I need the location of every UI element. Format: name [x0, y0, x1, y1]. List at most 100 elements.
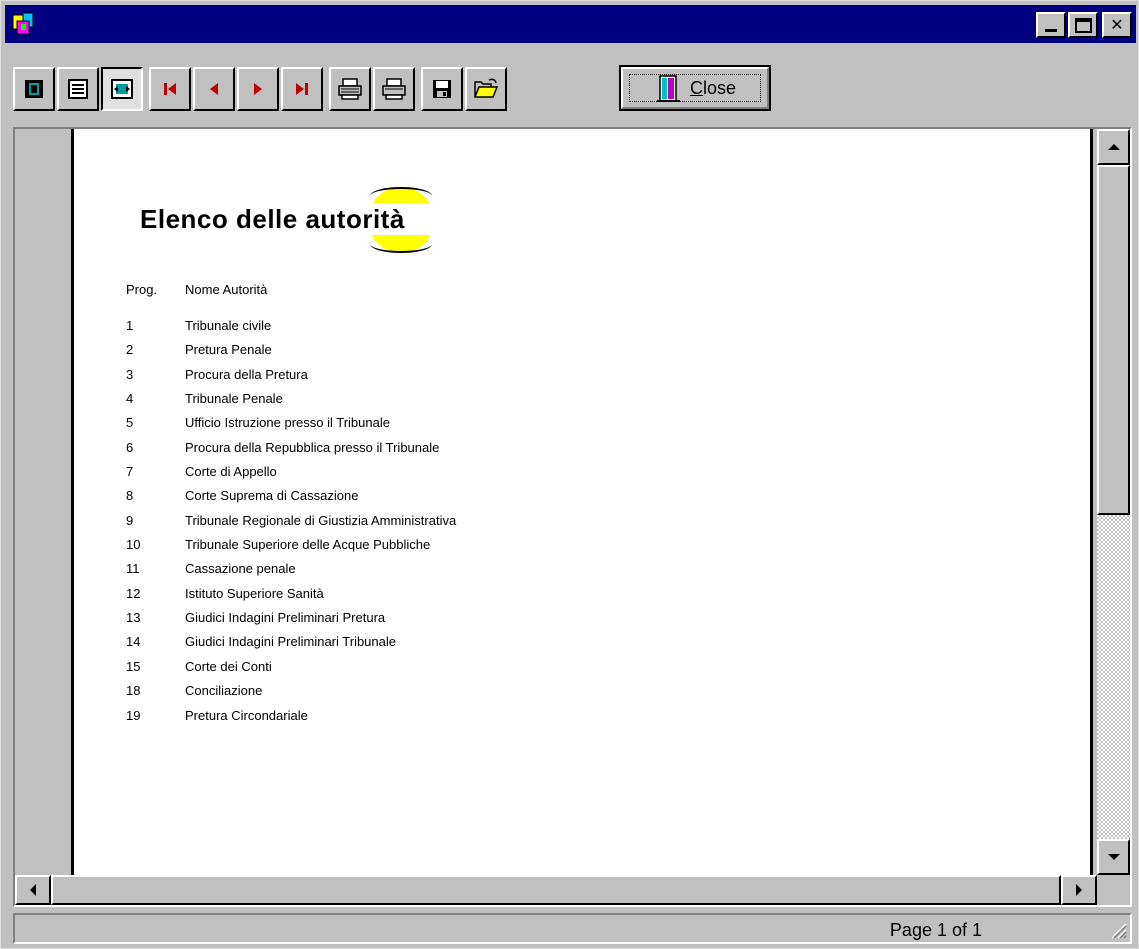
- single-page-view-button[interactable]: [13, 67, 55, 111]
- open-button[interactable]: [465, 67, 507, 111]
- table-row: 4 Tribunale Penale: [126, 391, 826, 415]
- scroll-left-icon: [30, 884, 36, 896]
- status-bar: Page 1 of 1: [13, 913, 1132, 944]
- row-prog: 14: [126, 634, 141, 650]
- table-row: 5 Ufficio Istruzione presso il Tribunale: [126, 415, 826, 439]
- first-page-icon: [164, 83, 176, 95]
- row-authority-name: Giudici Indagini Preliminari Pretura: [185, 610, 386, 626]
- table-row: 18 Conciliazione: [126, 683, 826, 707]
- close-window-button[interactable]: ✕: [1102, 12, 1132, 38]
- close-preview-label: Close: [689, 77, 737, 98]
- scroll-right-button[interactable]: [1061, 875, 1097, 905]
- row-authority-name: Ufficio Istruzione presso il Tribunale: [185, 415, 390, 431]
- exit-door-icon: [656, 75, 680, 102]
- page-indicator: Page 1 of 1: [889, 920, 982, 940]
- row-authority-name: Tribunale Superiore delle Acque Pubblich…: [185, 537, 431, 553]
- row-authority-name: Conciliazione: [185, 683, 263, 699]
- preview-toolbar: Close: [5, 47, 1136, 117]
- table-row: 8 Corte Suprema di Cassazione: [126, 488, 826, 512]
- horizontal-scrollbar[interactable]: [15, 875, 1097, 905]
- row-authority-name: Procura della Repubblica presso il Tribu…: [185, 439, 440, 455]
- row-authority-name: Corte dei Conti: [185, 658, 272, 674]
- previous-page-button[interactable]: [193, 67, 235, 111]
- print-icon: [382, 78, 406, 100]
- table-row: 15 Corte dei Conti: [126, 659, 826, 683]
- table-row: 7 Corte di Appello: [126, 464, 826, 488]
- scroll-up-icon: [1107, 144, 1120, 150]
- row-prog: 18: [126, 683, 141, 699]
- column-header-prog: Prog.: [126, 282, 158, 297]
- table-row: 3 Procura della Pretura: [126, 367, 826, 391]
- table-row: 11 Cassazione penale: [126, 561, 826, 585]
- table-row: 13 Giudici Indagini Preliminari Pretura: [126, 610, 826, 634]
- table-row: 2 Pretura Penale: [126, 342, 826, 366]
- row-prog: 10: [126, 537, 141, 553]
- row-prog: 11: [126, 561, 140, 577]
- row-prog: 7: [126, 464, 134, 480]
- table-row: 10 Tribunale Superiore delle Acque Pubbli…: [126, 537, 826, 561]
- next-page-icon: [254, 83, 262, 95]
- row-prog: 3: [126, 366, 134, 382]
- report-preview-window: ✕ Close Elenco delle autorità Prog. Nome…: [0, 0, 1139, 949]
- first-page-button[interactable]: [149, 67, 191, 111]
- minimize-icon: [1045, 29, 1057, 32]
- report-title: Elenco delle autorità: [140, 204, 405, 234]
- column-header-name: Nome Autorità: [185, 282, 268, 297]
- open-icon: [474, 78, 499, 98]
- report-page: Elenco delle autorità Prog. Nome Autorit…: [71, 129, 1093, 875]
- scroll-up-button[interactable]: [1097, 129, 1130, 165]
- app-icon: [12, 12, 34, 35]
- save-icon: [433, 80, 451, 98]
- multi-page-view-button[interactable]: [57, 67, 99, 111]
- resize-grip-icon[interactable]: [1108, 920, 1128, 940]
- row-prog: 2: [126, 342, 134, 358]
- row-prog: 12: [126, 585, 141, 601]
- scrollbar-corner: [1097, 875, 1130, 905]
- maximize-button[interactable]: [1068, 12, 1098, 38]
- multi-page-view-icon: [68, 79, 88, 99]
- table-row: 1 Tribunale civile: [126, 318, 826, 342]
- close-icon: ✕: [1110, 15, 1124, 34]
- row-authority-name: Corte Suprema di Cassazione: [185, 488, 359, 504]
- report-header: Elenco delle autorità: [140, 169, 442, 253]
- row-prog: 15: [126, 658, 141, 674]
- scroll-left-button[interactable]: [15, 875, 51, 905]
- row-authority-name: Corte di Appello: [185, 464, 277, 480]
- row-prog: 9: [126, 512, 134, 528]
- next-page-button[interactable]: [237, 67, 279, 111]
- row-authority-name: Procura della Pretura: [185, 366, 308, 382]
- minimize-button[interactable]: [1036, 12, 1066, 38]
- save-button[interactable]: [421, 67, 463, 111]
- horizontal-scroll-thumb[interactable]: [51, 875, 1061, 905]
- table-row: 14 Giudici Indagini Preliminari Tribunale: [126, 634, 826, 658]
- report-rows: 1 Tribunale civile 2 Pretura Penale 3 Procura…: [126, 318, 826, 732]
- row-prog: 5: [126, 415, 134, 431]
- maximize-icon: [1075, 18, 1092, 33]
- print-button[interactable]: [373, 67, 415, 111]
- table-row: 6 Procura della Repubblica presso il Trib…: [126, 440, 826, 464]
- fit-page-view-icon: [111, 79, 133, 99]
- row-authority-name: Cassazione penale: [185, 561, 296, 577]
- fit-page-view-button[interactable]: [101, 67, 143, 111]
- table-row: 19 Pretura Circondariale: [126, 708, 826, 732]
- scroll-down-button[interactable]: [1097, 839, 1130, 875]
- row-authority-name: Tribunale Regionale di Giustizia Amminis…: [185, 512, 457, 528]
- table-row: 12 Istituto Superiore Sanità: [126, 586, 826, 610]
- print-setup-button[interactable]: [329, 67, 371, 111]
- row-prog: 6: [126, 439, 134, 455]
- last-page-icon: [296, 83, 308, 95]
- previous-page-icon: [210, 83, 218, 95]
- row-prog: 8: [126, 488, 134, 504]
- vertical-scroll-thumb[interactable]: [1097, 165, 1130, 515]
- scroll-right-icon: [1076, 884, 1082, 896]
- scroll-down-icon: [1107, 854, 1120, 860]
- last-page-button[interactable]: [281, 67, 323, 111]
- vertical-scrollbar[interactable]: [1097, 129, 1130, 875]
- row-prog: 4: [126, 391, 134, 407]
- row-authority-name: Tribunale civile: [185, 318, 272, 333]
- report-viewport: Elenco delle autorità Prog. Nome Autorit…: [13, 127, 1132, 907]
- print-setup-icon: [338, 78, 362, 100]
- title-bar[interactable]: ✕: [5, 5, 1136, 43]
- close-preview-button[interactable]: Close: [619, 65, 771, 111]
- row-authority-name: Pretura Penale: [185, 342, 272, 358]
